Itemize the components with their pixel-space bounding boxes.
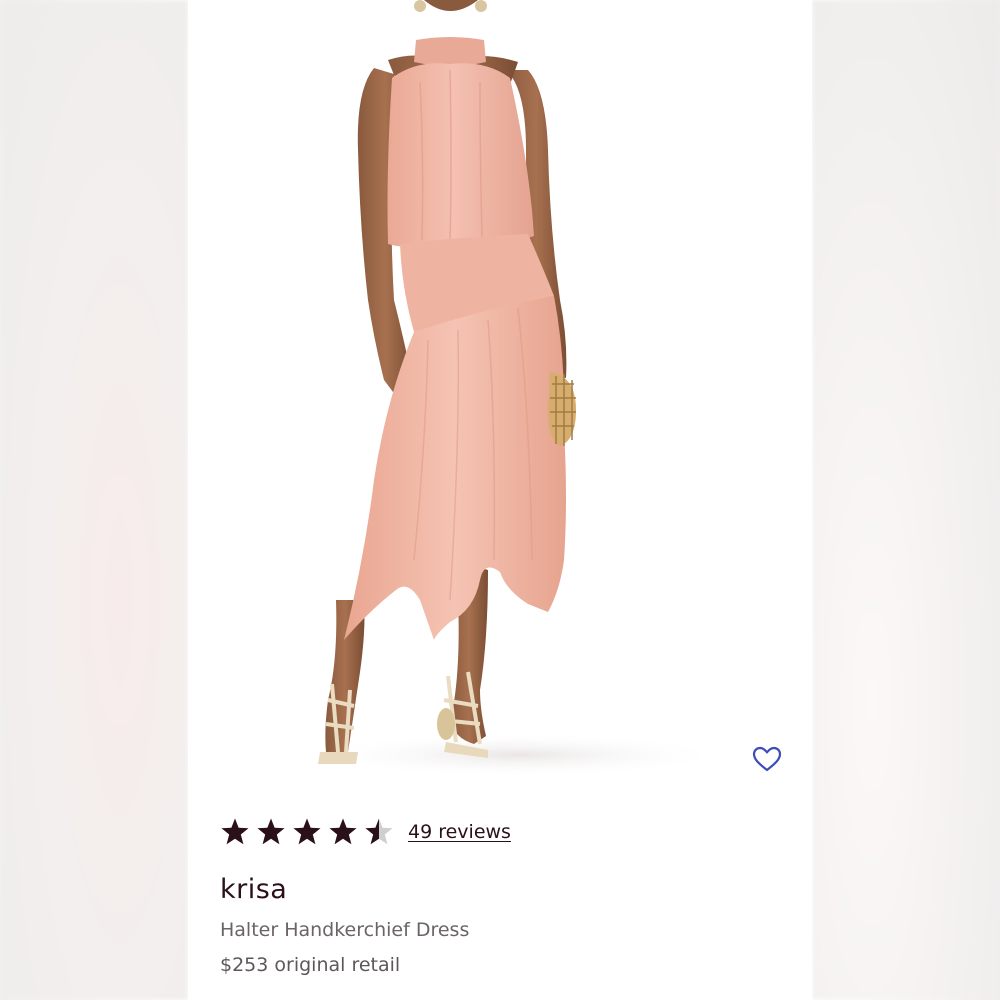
product-card: 49 reviews krisa Halter Handkerchief Dre… <box>188 0 812 1000</box>
star-filled-icon <box>329 818 357 845</box>
product-name: Halter Handkerchief Dress <box>220 919 470 941</box>
screen: 49 reviews krisa Halter Handkerchief Dre… <box>0 0 1000 1000</box>
star-rating <box>220 817 394 847</box>
background-blur-left <box>0 0 188 1000</box>
price-label: $253 original retail <box>220 954 401 976</box>
rating-row: 49 reviews <box>220 814 511 850</box>
brand-name[interactable]: krisa <box>220 874 287 905</box>
star-filled-icon <box>257 818 285 845</box>
wishlist-button[interactable] <box>750 744 784 774</box>
heart-outline-icon <box>752 746 782 772</box>
product-image[interactable] <box>188 0 812 790</box>
star-filled-icon <box>293 818 321 845</box>
star-half-icon <box>365 818 393 845</box>
star-filled-icon <box>221 818 249 845</box>
reviews-link[interactable]: 49 reviews <box>408 821 511 843</box>
background-blur-right <box>812 0 1000 1000</box>
